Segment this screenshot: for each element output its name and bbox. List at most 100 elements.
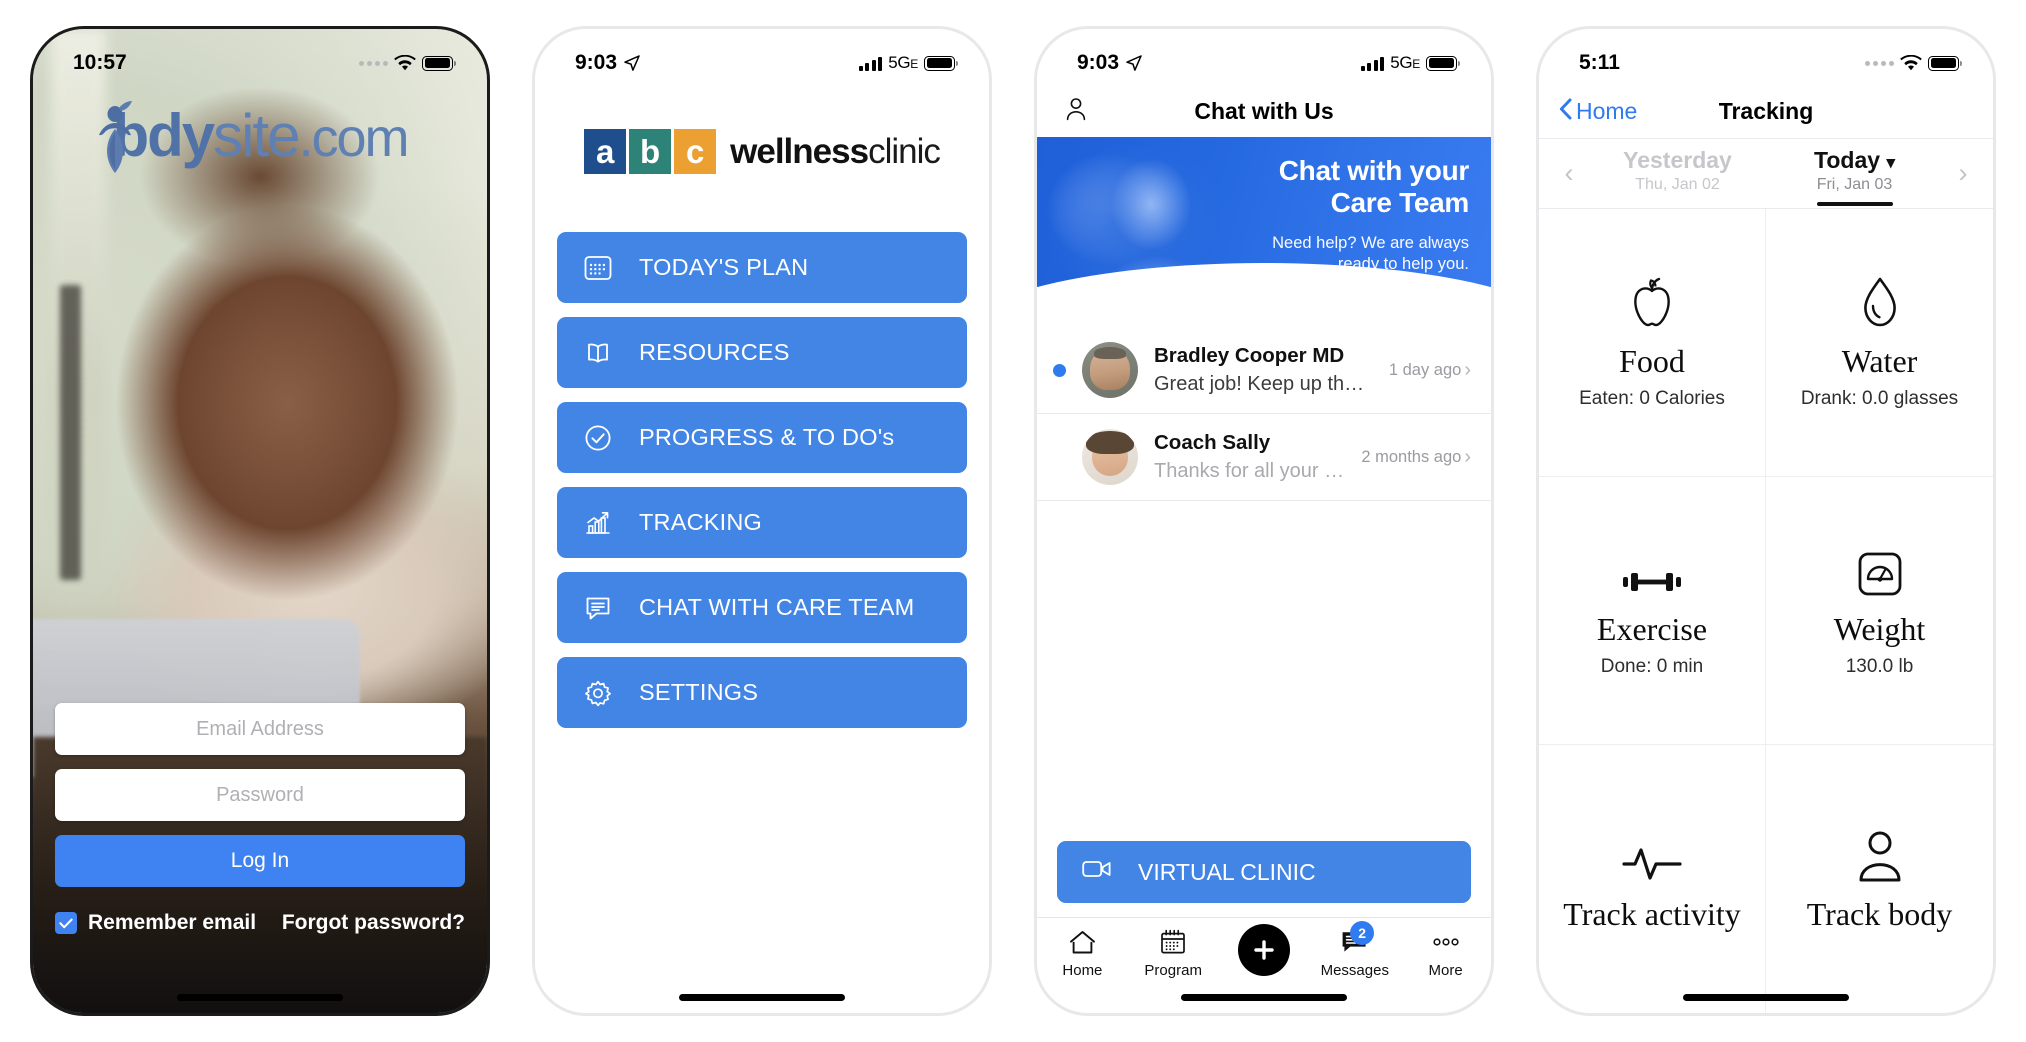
tracking-tile-exercise[interactable]: Exercise Done: 0 min	[1539, 477, 1766, 745]
date-active-underline	[1816, 202, 1893, 206]
date-label: Today ▾	[1814, 147, 1895, 173]
date-selector: ‹ Yesterday Thu, Jan 02 Today ▾ Fri, Jan…	[1539, 139, 1993, 209]
logo-domain: .com	[298, 108, 410, 168]
conversation-time: 1 day ago	[1388, 360, 1462, 379]
tab-add[interactable]	[1219, 924, 1310, 976]
conversation-row[interactable]: Coach Sally Thanks for all your help! 2 …	[1037, 414, 1491, 501]
tile-title: Food	[1619, 343, 1685, 379]
status-right	[359, 54, 456, 72]
heartbeat-icon	[1621, 822, 1683, 884]
wifi-icon	[394, 54, 416, 72]
chat-screen: 9:03 5GE Chat with Us Chat with your Car…	[1037, 29, 1491, 1013]
login-screen: 10:57 b dy site .com Email Address Passw…	[33, 29, 487, 1013]
avatar	[1082, 429, 1138, 485]
home-indicator	[1181, 994, 1347, 1001]
menu-item-chat-care-team[interactable]: CHAT WITH CARE TEAM	[557, 572, 967, 643]
login-button-label: Log In	[230, 849, 290, 872]
logo-brand-mid: dy	[147, 102, 215, 169]
date-label: Yesterday	[1623, 147, 1732, 173]
abc-tile-c: c	[674, 129, 717, 174]
tile-title: Weight	[1833, 611, 1926, 647]
status-left: 9:03	[575, 51, 640, 75]
virtual-clinic-wrap: VIRTUAL CLINIC	[1037, 841, 1491, 917]
messages-badge: 2	[1350, 921, 1375, 945]
signal-dots-icon	[1865, 60, 1894, 66]
chevron-right-icon: ›	[1464, 446, 1471, 468]
next-day-button[interactable]: ›	[1943, 160, 1983, 187]
water-drop-icon	[1859, 269, 1901, 331]
email-field[interactable]: Email Address	[55, 703, 465, 755]
plus-fab-icon	[1237, 924, 1290, 976]
tab-more[interactable]: More	[1400, 928, 1491, 979]
prev-day-button[interactable]: ‹	[1549, 160, 1589, 187]
virtual-clinic-button[interactable]: VIRTUAL CLINIC	[1057, 841, 1471, 903]
back-to-home-button[interactable]: Home	[1559, 98, 1637, 126]
battery-icon	[1426, 55, 1460, 71]
tab-messages[interactable]: 2 Messages	[1309, 921, 1400, 979]
menu-item-resources[interactable]: RESOURCES	[557, 317, 967, 388]
tracking-tile-food[interactable]: Food Eaten: 0 Calories	[1539, 209, 1766, 477]
menu-item-label: RESOURCES	[639, 339, 790, 365]
chevron-left-icon	[1559, 98, 1572, 126]
menu-item-tracking[interactable]: TRACKING	[557, 487, 967, 558]
status-time: 9:03	[1077, 51, 1120, 74]
conversation-list: Bradley Cooper MD Great job! Keep up the…	[1037, 327, 1491, 841]
date-today[interactable]: Today ▾ Fri, Jan 03	[1766, 147, 1943, 206]
menu-item-label: TRACKING	[639, 509, 763, 535]
status-bar: 9:03 5GE	[1037, 29, 1491, 85]
password-field[interactable]: Password	[55, 769, 465, 821]
conversation-meta: 1 day ago ›	[1389, 360, 1471, 380]
login-button[interactable]: Log In	[55, 835, 465, 887]
conversation-text: Bradley Cooper MD Great job! Keep up the…	[1154, 344, 1373, 396]
tracking-grid: Food Eaten: 0 Calories Water Drank: 0.0 …	[1539, 209, 1993, 1013]
status-left: 9:03	[1077, 51, 1142, 75]
tile-title: Track body	[1806, 896, 1953, 932]
password-placeholder: Password	[216, 783, 304, 806]
conversation-row[interactable]: Bradley Cooper MD Great job! Keep up the…	[1037, 327, 1491, 414]
menu-item-label: TODAY'S PLAN	[639, 254, 809, 280]
home-indicator	[177, 994, 343, 1001]
tab-label: Program	[1144, 962, 1202, 979]
tile-title: Track activity	[1563, 896, 1741, 932]
menu-item-settings[interactable]: SETTINGS	[557, 657, 967, 728]
forgot-password-link[interactable]: Forgot password?	[282, 911, 465, 935]
login-options-row: Remember email Forgot password?	[55, 911, 465, 935]
menu-item-todays-plan[interactable]: TODAY'S PLAN	[557, 232, 967, 303]
tracking-tile-water[interactable]: Water Drank: 0.0 glasses	[1766, 209, 1993, 477]
tab-label: Home	[1062, 962, 1103, 979]
tracking-tile-weight[interactable]: Weight 130.0 lb	[1766, 477, 1993, 745]
tile-value: 130.0 lb	[1845, 656, 1914, 677]
tracking-screen: 5:11 Home Tracking ‹ Yesterday Thu, Jan …	[1539, 29, 1993, 1013]
menu-item-progress-todos[interactable]: PROGRESS & TO DO's	[557, 402, 967, 473]
page-title: Chat with Us	[1194, 97, 1334, 124]
remember-email-toggle[interactable]: Remember email	[55, 911, 256, 935]
check-circle-icon	[583, 423, 613, 453]
status-time: 5:11	[1579, 51, 1620, 74]
person-outline-icon[interactable]	[1063, 96, 1089, 127]
status-right: 5GE	[858, 53, 958, 73]
tracking-tile-track-activity[interactable]: Track activity	[1539, 745, 1766, 1013]
hero-heading-line2: Care Team	[1330, 187, 1470, 219]
phone-menu: 9:03 5GE a b c wellness clinic TODAY'S PL…	[532, 26, 992, 1016]
hero-photo	[1055, 152, 1255, 327]
chevron-down-icon: ▾	[1886, 153, 1895, 172]
menu-item-label: SETTINGS	[639, 679, 759, 705]
phone-chat: 9:03 5GE Chat with Us Chat with your Car…	[1034, 26, 1494, 1016]
date-yesterday[interactable]: Yesterday Thu, Jan 02	[1589, 147, 1766, 200]
more-dots-icon	[1432, 928, 1460, 956]
chevron-right-icon: ›	[1464, 359, 1471, 381]
conversation-meta: 2 months ago ›	[1361, 447, 1471, 467]
status-bar: 5:11	[1539, 29, 1993, 85]
tab-home[interactable]: Home	[1037, 928, 1128, 979]
wifi-icon	[1900, 54, 1922, 72]
tab-program[interactable]: Program	[1128, 928, 1219, 979]
abc-tiles: a b c	[584, 129, 717, 174]
status-bar: 10:57	[33, 29, 487, 85]
conversation-preview: Great job! Keep up the good w…	[1154, 373, 1373, 395]
menu-screen: 9:03 5GE a b c wellness clinic TODAY'S PL…	[535, 29, 989, 1013]
tracking-tile-track-body[interactable]: Track body	[1766, 745, 1993, 1013]
conversation-name: Coach Sally	[1154, 431, 1271, 454]
person-icon	[1856, 822, 1904, 884]
clinic-name-bold: wellness	[730, 131, 869, 171]
date-sub: Thu, Jan 02	[1635, 176, 1720, 193]
